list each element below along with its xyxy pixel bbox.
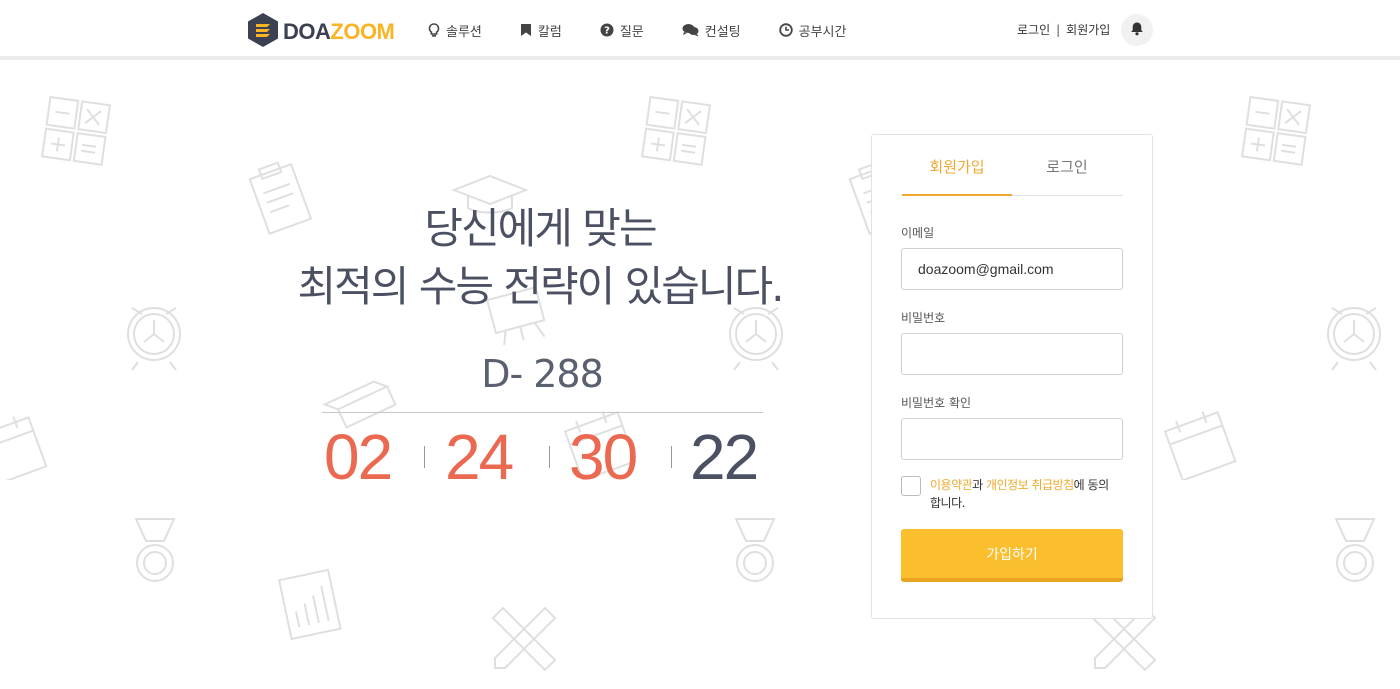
nav-item-question[interactable]: ? 질문 [600, 21, 644, 40]
medal-deco-icon [728, 515, 782, 587]
top-header: DOAZOOM 솔루션 칼럼 ? 질문 컨설팅 공부시간 로그인 | 회원가입 [0, 0, 1400, 60]
agree-checkbox[interactable] [901, 476, 921, 496]
signup-link[interactable]: 회원가입 [1066, 21, 1110, 38]
hero-title-line2: 최적의 수능 전략이 있습니다. [297, 262, 784, 311]
question-circle-icon: ? [600, 23, 614, 37]
calculator-deco-icon [640, 95, 714, 167]
hero-title-line1: 당신에게 맞는 [424, 204, 657, 253]
nav-label: 컨설팅 [704, 24, 741, 40]
nav-label: 질문 [619, 24, 644, 40]
terms-link[interactable]: 이용약관 [930, 478, 973, 492]
nav-label: 칼럼 [537, 24, 562, 40]
countdown-hours: 24 [445, 421, 514, 493]
divider [322, 412, 763, 413]
logo[interactable]: DOAZOOM [247, 12, 395, 52]
calendar-deco-icon [1160, 400, 1240, 480]
alarm-clock-deco-icon [118, 292, 190, 372]
notification-button[interactable] [1121, 14, 1153, 46]
nav-label: 솔루션 [446, 24, 482, 40]
countdown-separator [424, 446, 425, 468]
countdown-days: 02 [324, 421, 393, 493]
calendar-deco-icon [0, 400, 50, 480]
tab-signup[interactable]: 회원가입 [902, 135, 1012, 196]
tab-login[interactable]: 로그인 [1012, 135, 1122, 195]
login-link[interactable]: 로그인 [1017, 21, 1050, 38]
password-confirm-label: 비밀번호 확인 [901, 396, 972, 410]
signup-card: 회원가입 로그인 이메일 비밀번호 비밀번호 확인 이용약관과 개인정보 취급방… [871, 134, 1153, 619]
agree-text: 이용약관과 개인정보 취급방침에 동의합니다. [930, 476, 1110, 512]
bar-chart-deco-icon [275, 568, 349, 642]
calculator-deco-icon [40, 95, 114, 167]
nav-item-consulting[interactable]: 컨설팅 [682, 21, 741, 40]
clock-icon [778, 23, 793, 37]
countdown-minutes: 30 [569, 421, 638, 493]
nav-item-column[interactable]: 칼럼 [520, 21, 562, 40]
auth-links: 로그인 | 회원가입 [1017, 21, 1110, 38]
countdown-seconds: 22 [690, 421, 759, 493]
ruler-pencil-deco-icon [485, 600, 559, 674]
auth-tabs: 회원가입 로그인 [902, 135, 1123, 196]
nav-item-study-time[interactable]: 공부시간 [778, 21, 847, 40]
nav-label: 공부시간 [798, 24, 847, 40]
countdown-separator [671, 446, 672, 468]
alarm-clock-deco-icon [1318, 292, 1390, 372]
email-label: 이메일 [901, 226, 935, 240]
password-field[interactable] [901, 333, 1123, 375]
chat-bubbles-icon [682, 23, 699, 37]
logo-text: DOAZOOM [283, 19, 395, 44]
privacy-policy-link[interactable]: 개인정보 취급방침 [986, 478, 1074, 492]
hero-title: 당신에게 맞는 최적의 수능 전략이 있습니다. [250, 200, 830, 316]
svg-text:?: ? [604, 26, 610, 37]
auth-separator: | [1056, 22, 1061, 37]
email-field[interactable] [901, 248, 1123, 290]
nav-item-solution[interactable]: 솔루션 [428, 21, 482, 40]
calculator-deco-icon [1240, 95, 1314, 167]
dday-label: D- 288 [481, 352, 604, 396]
password-label: 비밀번호 [901, 311, 946, 325]
signup-submit-button[interactable]: 가입하기 [901, 529, 1123, 582]
medal-deco-icon [128, 515, 182, 587]
logo-icon [247, 12, 279, 52]
medal-deco-icon [1328, 515, 1382, 587]
password-confirm-field[interactable] [901, 418, 1123, 460]
main-nav: 솔루션 칼럼 ? 질문 컨설팅 공부시간 [428, 0, 884, 60]
agree-text-part: 과 [972, 478, 987, 492]
countdown-separator [549, 446, 550, 468]
bookmark-icon [520, 23, 532, 37]
lightbulb-icon [428, 23, 440, 37]
bell-icon [1130, 21, 1144, 40]
